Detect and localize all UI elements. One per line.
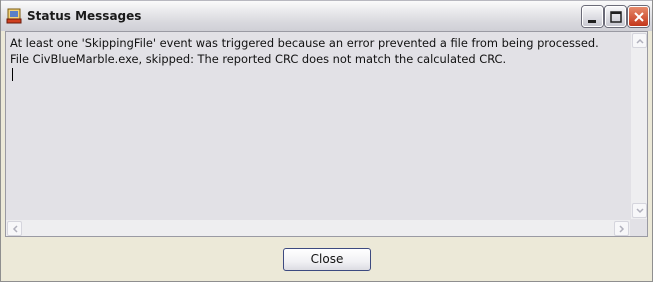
text-caret [12, 68, 13, 81]
minimize-icon [588, 20, 596, 23]
close-icon [634, 12, 644, 22]
maximize-button[interactable] [605, 6, 626, 27]
scrollbar-corner [630, 219, 647, 236]
chevron-right-icon [619, 225, 625, 233]
message-line: At least one 'SkippingFile' event was tr… [10, 36, 599, 50]
chevron-down-icon [636, 208, 644, 214]
monitor-app-icon [6, 8, 22, 24]
message-text: At least one 'SkippingFile' event was tr… [10, 35, 630, 67]
close-window-button[interactable] [628, 6, 649, 27]
status-message-textarea[interactable]: At least one 'SkippingFile' event was tr… [5, 31, 648, 237]
chevron-left-icon [12, 225, 18, 233]
window-title: Status Messages [27, 9, 142, 23]
minimize-button[interactable] [582, 6, 603, 27]
scroll-down-button[interactable] [632, 203, 647, 218]
scroll-left-button[interactable] [7, 221, 22, 236]
status-messages-window: Status Messages At least one 'SkippingFi… [0, 0, 653, 282]
title-bar[interactable]: Status Messages [1, 0, 652, 31]
vertical-scrollbar[interactable] [630, 32, 647, 219]
message-line: File CivBlueMarble.exe, skipped: The rep… [10, 52, 507, 66]
scroll-right-button[interactable] [614, 221, 629, 236]
chevron-up-icon [636, 38, 644, 44]
scroll-up-button[interactable] [632, 33, 647, 48]
close-button[interactable]: Close [283, 248, 371, 271]
maximize-icon [610, 11, 622, 23]
horizontal-scrollbar[interactable] [6, 219, 630, 236]
